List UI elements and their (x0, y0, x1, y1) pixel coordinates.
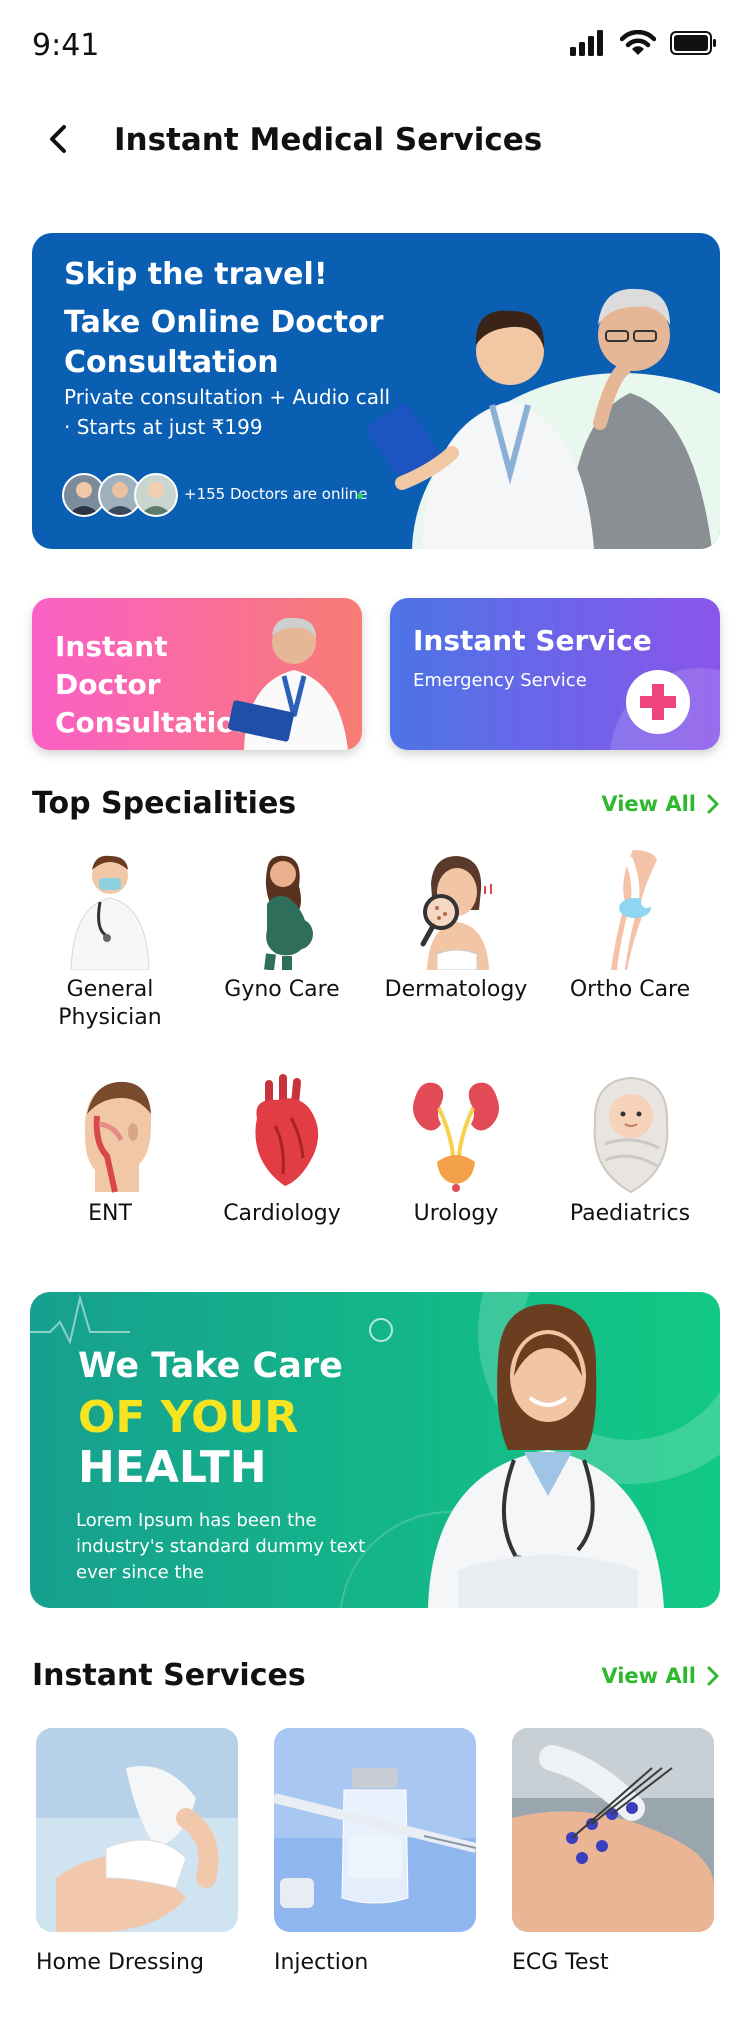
speciality-dermatology[interactable]: Dermatology (372, 850, 540, 1004)
knee-joint-icon (611, 850, 657, 970)
hero-line1: Private consultation + Audio call (64, 385, 391, 409)
card-title: Instant Service (413, 624, 652, 657)
speciality-label: Cardiology (223, 1201, 341, 1226)
female-doctor-illustration (428, 1304, 664, 1608)
speciality-urology[interactable]: Urology (372, 1074, 540, 1228)
specialities-view-all-link[interactable]: View All (601, 792, 720, 816)
speciality-label: General Physician (58, 977, 162, 1030)
speciality-ent[interactable]: ENT (26, 1074, 194, 1228)
banner-line1: We Take Care (78, 1346, 343, 1386)
speciality-cardiology[interactable]: Cardiology (198, 1074, 366, 1228)
doctor-avatars (62, 473, 178, 517)
speciality-general-physician[interactable]: General Physician (26, 850, 194, 1032)
online-consultation-banner[interactable]: Skip the travel! Take Online Doctor Cons… (32, 233, 720, 549)
service-label: Injection (274, 1950, 369, 1975)
view-all-label: View All (601, 792, 696, 816)
back-arrow-icon[interactable] (44, 124, 74, 154)
speciality-label: Gyno Care (224, 977, 340, 1002)
injection-image (274, 1728, 476, 1932)
home-dressing-image (36, 1728, 238, 1932)
hero-title: Take Online Doctor Consultation (64, 305, 384, 380)
card-subtitle: Emergency Service (413, 670, 587, 691)
wifi-icon (620, 30, 656, 55)
speciality-label: Paediatrics (569, 1201, 691, 1226)
avatar (134, 473, 178, 517)
battery-icon (670, 31, 716, 55)
doctor-patient-illustration (367, 288, 712, 549)
ecg-test-image (512, 1728, 714, 1932)
doctor-icon (70, 855, 150, 970)
health-care-banner[interactable]: We Take Care OF YOUR HEALTH Lorem Ipsum … (30, 1292, 720, 1608)
banner-line2: OF YOUR (78, 1392, 299, 1443)
instant-doctor-consultation-card[interactable]: Instant Doctor Consultation (32, 598, 362, 750)
banner-line3: HEALTH (78, 1442, 267, 1493)
speciality-label: Dermatology (384, 977, 528, 1002)
service-home-dressing[interactable]: Home Dressing (36, 1728, 238, 1975)
speciality-label: Ortho Care (569, 977, 691, 1002)
speciality-label: ENT (88, 1201, 132, 1226)
chevron-right-icon (707, 1666, 719, 1686)
speciality-label: Urology (413, 1201, 499, 1226)
banner-body: Lorem Ipsum has been the industry's stan… (76, 1510, 366, 1583)
medical-plus-icon (626, 670, 690, 734)
hero-headline: Skip the travel! (64, 257, 328, 292)
page-title: Instant Medical Services (114, 122, 543, 158)
ent-head-icon (84, 1081, 152, 1193)
view-all-label: View All (601, 1664, 696, 1688)
baby-icon (593, 1076, 669, 1194)
instant-service-card[interactable]: Instant Service Emergency Service (390, 598, 720, 750)
pregnant-woman-icon (264, 855, 313, 970)
services-view-all-link[interactable]: View All (601, 1664, 720, 1688)
service-injection[interactable]: Injection (274, 1728, 476, 1975)
heart-icon (255, 1074, 319, 1186)
top-specialities-title: Top Specialities (32, 786, 297, 821)
skin-magnifier-icon (420, 856, 492, 970)
doctors-online-text: +155 Doctors are online (184, 485, 368, 503)
signal-icon (570, 30, 603, 56)
doctor-illustration (228, 617, 348, 750)
service-label: Home Dressing (36, 1950, 204, 1975)
status-time: 9:41 (32, 28, 100, 63)
speciality-paediatrics[interactable]: Paediatrics (546, 1074, 714, 1228)
kidney-icon (413, 1082, 499, 1192)
speciality-gyno-care[interactable]: Gyno Care (198, 850, 366, 1004)
speciality-ortho-care[interactable]: Ortho Care (546, 850, 714, 1004)
service-ecg-test[interactable]: ECG Test (512, 1728, 714, 1975)
chevron-right-icon (707, 794, 719, 814)
service-label: ECG Test (512, 1950, 609, 1975)
hero-line2: · Starts at just ₹199 (64, 415, 263, 439)
instant-services-title: Instant Services (32, 1658, 306, 1693)
status-icons (570, 30, 718, 56)
